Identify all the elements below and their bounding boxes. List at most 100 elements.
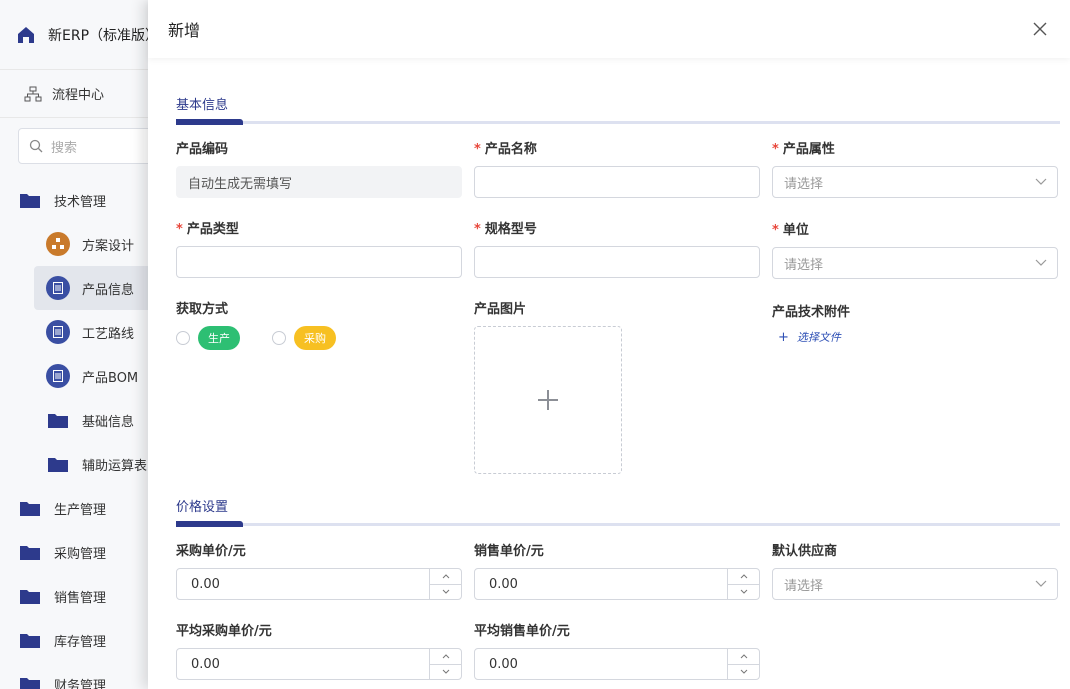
folder-icon xyxy=(20,590,40,604)
org-chart-icon xyxy=(46,232,70,256)
folder-icon xyxy=(20,546,40,560)
menu-item-finance[interactable]: 财务管理 xyxy=(0,662,160,689)
select-placeholder: 请选择 xyxy=(784,578,824,594)
product-name-input[interactable] xyxy=(474,166,760,198)
plus-icon: + xyxy=(778,329,789,345)
field-tech-attachment: 产品技术附件 + 选择文件 xyxy=(772,301,1058,345)
tag-purchase: 采购 xyxy=(294,326,336,350)
spec-model-input[interactable] xyxy=(474,246,760,278)
avg-purchase-price-input[interactable]: 0.00 xyxy=(176,648,462,680)
submenu-item-basic-info[interactable]: 基础信息 xyxy=(0,398,160,442)
field-product-name: * 产品名称 xyxy=(474,138,760,198)
sale-price-input[interactable]: 0.00 xyxy=(474,568,760,600)
flow-center-link[interactable]: 流程中心 xyxy=(0,70,160,118)
field-label: 默认供应商 xyxy=(772,544,838,559)
menu-item-sales[interactable]: 销售管理 xyxy=(0,574,160,618)
chevron-down-icon xyxy=(1035,178,1047,185)
decrement-button[interactable] xyxy=(728,585,759,600)
menu-item-inventory[interactable]: 库存管理 xyxy=(0,618,160,662)
section-divider xyxy=(176,521,1060,527)
radio-circle[interactable] xyxy=(176,331,190,345)
menu-item-purchase[interactable]: 采购管理 xyxy=(0,530,160,574)
drawer-header: 新增 xyxy=(148,0,1070,58)
number-stepper xyxy=(429,649,461,679)
submenu-item-label: 产品信息 xyxy=(82,282,135,298)
select-file-link[interactable]: + 选择文件 xyxy=(778,329,1058,345)
field-default-supplier: 默认供应商 请选择 xyxy=(772,540,1058,600)
radio-circle[interactable] xyxy=(272,331,286,345)
field-spec-model: * 规格型号 xyxy=(474,218,760,278)
field-label: * 单位 xyxy=(772,223,809,238)
add-drawer: 新增 基本信息 产品编码 自动生成无需填写 * 产品名称 * 产品属性 请选择 * 产… xyxy=(148,0,1070,689)
field-unit: * 单位 请选择 xyxy=(772,219,1058,279)
field-label: 销售单价/元 xyxy=(474,544,544,559)
close-icon[interactable] xyxy=(1030,19,1050,39)
increment-button[interactable] xyxy=(430,569,461,585)
field-label: 平均采购单价/元 xyxy=(176,624,272,639)
field-avg-sale-price: 平均销售单价/元 0.00 xyxy=(474,620,760,680)
menu-item-production[interactable]: 生产管理 xyxy=(0,486,160,530)
product-code-input: 自动生成无需填写 xyxy=(176,166,462,198)
submenu-item-aux-table[interactable]: 辅助运算表 xyxy=(0,442,160,486)
unit-select[interactable]: 请选择 xyxy=(772,247,1058,279)
menu-item-label: 财务管理 xyxy=(54,678,107,689)
chevron-down-icon xyxy=(1035,580,1047,587)
search-icon xyxy=(29,139,43,153)
field-label: * 产品类型 xyxy=(176,222,239,237)
chevron-down-icon xyxy=(1035,259,1047,266)
decrement-button[interactable] xyxy=(430,665,461,680)
avg-sale-price-input[interactable]: 0.00 xyxy=(474,648,760,680)
radio-purchase[interactable]: 采购 xyxy=(272,326,336,350)
field-label: 获取方式 xyxy=(176,302,229,317)
submenu-item-product-info[interactable]: 产品信息 xyxy=(34,266,160,310)
document-icon xyxy=(46,364,70,388)
sidebar-search-input[interactable]: 搜索 xyxy=(18,128,168,164)
field-label: * 规格型号 xyxy=(474,222,537,237)
product-type-input[interactable] xyxy=(176,246,462,278)
number-stepper xyxy=(429,569,461,599)
increment-button[interactable] xyxy=(728,569,759,585)
submenu-item-label: 产品BOM xyxy=(82,370,139,386)
submenu-item-scheme-design[interactable]: 方案设计 xyxy=(0,222,160,266)
section-title: 价格设置 xyxy=(176,500,229,515)
submenu-item-label: 工艺路线 xyxy=(82,326,135,342)
menu-item-label: 技术管理 xyxy=(54,194,107,210)
required-mark: * xyxy=(474,222,481,237)
radio-produce[interactable]: 生产 xyxy=(176,326,240,350)
select-placeholder: 请选择 xyxy=(784,176,824,192)
section-title: 基本信息 xyxy=(176,98,229,113)
increment-button[interactable] xyxy=(430,649,461,665)
menu-item-tech[interactable]: 技术管理 xyxy=(0,178,160,222)
field-label: 产品编码 xyxy=(176,142,229,157)
app-title: 新ERP（标准版） xyxy=(48,27,160,44)
required-mark: * xyxy=(772,142,779,157)
app-header: 新ERP（标准版） xyxy=(0,0,160,70)
required-mark: * xyxy=(176,222,183,237)
section-basic-info: 基本信息 xyxy=(176,94,1060,125)
home-icon[interactable] xyxy=(16,25,36,45)
field-label: 采购单价/元 xyxy=(176,544,246,559)
field-sale-price: 销售单价/元 0.00 xyxy=(474,540,760,600)
submenu-item-label: 方案设计 xyxy=(82,238,135,254)
image-upload-box[interactable] xyxy=(474,326,622,474)
plus-icon xyxy=(538,390,558,410)
folder-icon xyxy=(20,502,40,516)
submenu-item-label: 基础信息 xyxy=(82,414,135,430)
product-attr-select[interactable]: 请选择 xyxy=(772,166,1058,198)
field-avg-purchase-price: 平均采购单价/元 0.00 xyxy=(176,620,462,680)
field-acquire-method: 获取方式 生产 采购 xyxy=(176,298,462,350)
increment-button[interactable] xyxy=(728,649,759,665)
purchase-price-input[interactable]: 0.00 xyxy=(176,568,462,600)
required-mark: * xyxy=(474,142,481,157)
sidebar-menu: 技术管理 方案设计 产品信息 工艺路线 产品BOM 基础信息 辅助运算表 生产管… xyxy=(0,178,160,689)
field-product-image: 产品图片 xyxy=(474,298,760,474)
acquire-radio-group: 生产 采购 xyxy=(176,326,462,350)
supplier-select[interactable]: 请选择 xyxy=(772,568,1058,600)
decrement-button[interactable] xyxy=(430,585,461,600)
menu-item-label: 生产管理 xyxy=(54,502,107,518)
decrement-button[interactable] xyxy=(728,665,759,680)
submenu-item-process-route[interactable]: 工艺路线 xyxy=(0,310,160,354)
field-purchase-price: 采购单价/元 0.00 xyxy=(176,540,462,600)
section-divider xyxy=(176,119,1060,125)
submenu-item-product-bom[interactable]: 产品BOM xyxy=(0,354,160,398)
